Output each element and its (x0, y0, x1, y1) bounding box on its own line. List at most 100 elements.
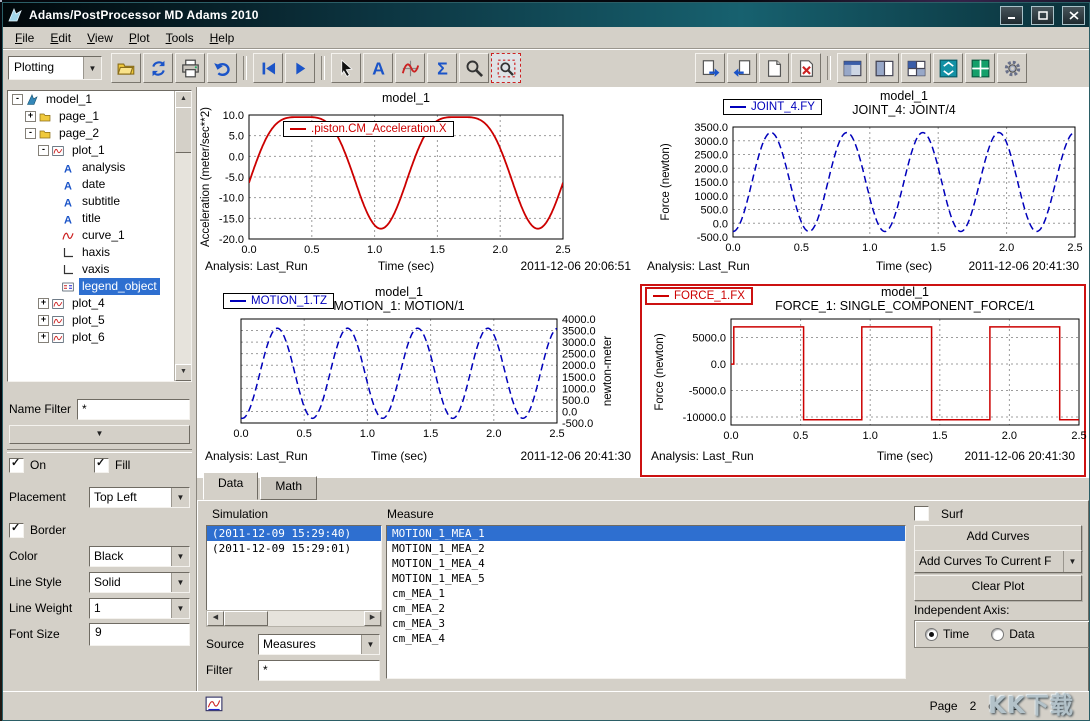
plot-cell-plot_4[interactable]: 0.00.51.01.52.02.55000.00.0-5000.0-10000… (639, 283, 1087, 478)
tree-expander[interactable]: + (38, 298, 49, 309)
tree-expander[interactable]: - (25, 128, 36, 139)
tree-expander[interactable]: + (25, 111, 36, 122)
layout-split-button[interactable] (869, 53, 899, 83)
title-bar[interactable]: Adams/PostProcessor MD Adams 2010 (3, 3, 1089, 27)
text-tool-button[interactable]: A (363, 53, 393, 83)
scroll-left-icon[interactable]: ◀ (207, 611, 224, 626)
scrollbar-thumb[interactable] (224, 611, 268, 626)
color-select[interactable]: Black ▼ (89, 546, 190, 567)
measure-item[interactable]: cm_MEA_1 (387, 586, 905, 601)
settings-button[interactable] (997, 53, 1027, 83)
next-page-button[interactable] (285, 53, 315, 83)
tree-item-plot_5[interactable]: +plot_5 (8, 312, 175, 329)
radio-data[interactable]: Data (991, 627, 1034, 641)
plot-legend[interactable]: JOINT_4.FY (723, 99, 822, 115)
chevron-down-icon[interactable]: ▼ (171, 488, 189, 507)
scroll-up-icon[interactable]: ▲ (175, 91, 192, 108)
export-plot-button[interactable] (695, 53, 725, 83)
tree-item-legend_object[interactable]: legend_object (8, 278, 175, 295)
tree-item-title[interactable]: Atitle (8, 210, 175, 227)
chevron-down-icon[interactable]: ▼ (83, 57, 101, 79)
scrollbar-thumb[interactable] (175, 107, 192, 153)
menu-view[interactable]: View (79, 28, 121, 48)
tree-item-vaxis[interactable]: vaxis (8, 261, 175, 278)
tree-filter-dropdown[interactable]: ▼ (9, 425, 190, 444)
tree-item-analysis[interactable]: Aanalysis (8, 159, 175, 176)
refresh-button[interactable] (143, 53, 173, 83)
simulation-list[interactable]: (2011-12-09 15:29:40)(2011-12-09 15:29:0… (206, 525, 382, 611)
chevron-down-icon[interactable]: ▼ (361, 635, 379, 654)
measure-list[interactable]: MOTION_1_MEA_1MOTION_1_MEA_2MOTION_1_MEA… (386, 525, 906, 679)
tree-expander[interactable]: + (38, 332, 49, 343)
new-page-button[interactable] (759, 53, 789, 83)
tree-expander[interactable]: - (12, 94, 23, 105)
mode-select[interactable]: Plotting ▼ (8, 56, 102, 80)
chevron-down-icon[interactable]: ▼ (171, 599, 189, 618)
tree-item-haxis[interactable]: haxis (8, 244, 175, 261)
statistics-button[interactable]: Σ (427, 53, 457, 83)
curve-trace-button[interactable] (395, 53, 425, 83)
menu-help[interactable]: Help (202, 28, 243, 48)
placement-select[interactable]: Top Left ▼ (89, 487, 190, 508)
menu-edit[interactable]: Edit (42, 28, 79, 48)
radio-time[interactable]: Time (925, 627, 969, 641)
tree-item-plot_6[interactable]: +plot_6 (8, 329, 175, 346)
tree-scrollbar[interactable]: ▲ ▼ (174, 91, 191, 381)
zoom-window-button[interactable] (491, 53, 521, 83)
maximize-button[interactable] (1031, 6, 1054, 25)
select-cursor-button[interactable] (331, 53, 361, 83)
undo-button[interactable] (207, 53, 237, 83)
chevron-down-icon[interactable]: ▼ (171, 547, 189, 566)
chevron-down-icon[interactable]: ▼ (171, 573, 189, 592)
scrollbar-track[interactable] (224, 611, 364, 626)
tree-item-date[interactable]: Adate (8, 176, 175, 193)
open-file-button[interactable] (111, 53, 141, 83)
menu-plot[interactable]: Plot (121, 28, 158, 48)
layout-quad-button[interactable] (901, 53, 931, 83)
surf-checkbox[interactable] (914, 506, 929, 521)
plot-curve-FORCE_1.FX[interactable] (731, 327, 1079, 420)
fill-checkbox[interactable] (94, 458, 109, 473)
view-tile-button[interactable] (965, 53, 995, 83)
measure-item[interactable]: MOTION_1_MEA_5 (387, 571, 905, 586)
line-style-select[interactable]: Solid ▼ (89, 572, 190, 593)
tree-item-subtitle[interactable]: Asubtitle (8, 193, 175, 210)
plot-cell-plot_3[interactable]: 0.00.51.01.52.02.54000.03500.03000.02500… (197, 283, 639, 478)
line-weight-select[interactable]: 1 ▼ (89, 598, 190, 619)
delete-page-button[interactable] (791, 53, 821, 83)
tree-item-plot_4[interactable]: +plot_4 (8, 295, 175, 312)
tree-item-curve_1[interactable]: curve_1 (8, 227, 175, 244)
tab-data[interactable]: Data (203, 472, 258, 500)
measure-item[interactable]: MOTION_1_MEA_2 (387, 541, 905, 556)
print-button[interactable] (175, 53, 205, 83)
font-size-input[interactable]: 9 (89, 623, 190, 646)
on-checkbox[interactable] (9, 458, 24, 473)
add-curves-button[interactable]: Add Curves (914, 525, 1082, 551)
measure-item[interactable]: MOTION_1_MEA_4 (387, 556, 905, 571)
page-current[interactable]: 2 (970, 699, 977, 713)
close-button[interactable] (1062, 6, 1085, 25)
tree-expander[interactable]: + (38, 315, 49, 326)
layout-single-button[interactable] (837, 53, 867, 83)
measure-item[interactable]: MOTION_1_MEA_1 (387, 526, 905, 541)
measure-item[interactable]: cm_MEA_4 (387, 631, 905, 646)
clear-plot-button[interactable]: Clear Plot (914, 575, 1082, 601)
scroll-down-icon[interactable]: ▼ (175, 364, 192, 381)
plot-legend[interactable]: MOTION_1.TZ (223, 293, 334, 309)
tree-expander[interactable]: - (38, 145, 49, 156)
plot-legend[interactable]: FORCE_1.FX (645, 287, 753, 305)
plot-curve-MOTION_1.TZ[interactable] (241, 328, 557, 418)
tab-math[interactable]: Math (260, 476, 317, 500)
tree-item-page_2[interactable]: -page_2 (8, 125, 175, 142)
source-select[interactable]: Measures ▼ (258, 634, 380, 655)
plot-cell-plot_1[interactable]: 0.00.51.01.52.02.510.05.00.0-5.0-10.0-15… (197, 87, 639, 283)
simulation-hscrollbar[interactable]: ◀ ▶ (206, 610, 382, 627)
tree-item-model_1[interactable]: -model_1 (8, 91, 175, 108)
chevron-down-icon[interactable]: ▼ (1063, 551, 1081, 572)
import-plot-button[interactable] (727, 53, 757, 83)
tree-item-plot_1[interactable]: -plot_1 (8, 142, 175, 159)
simulation-item[interactable]: (2011-12-09 15:29:40) (207, 526, 381, 541)
add-curves-to-current-button[interactable]: Add Curves To Current F ▼ (914, 550, 1082, 573)
plot-legend[interactable]: .piston.CM_Acceleration.X (283, 121, 454, 137)
scroll-right-icon[interactable]: ▶ (364, 611, 381, 626)
